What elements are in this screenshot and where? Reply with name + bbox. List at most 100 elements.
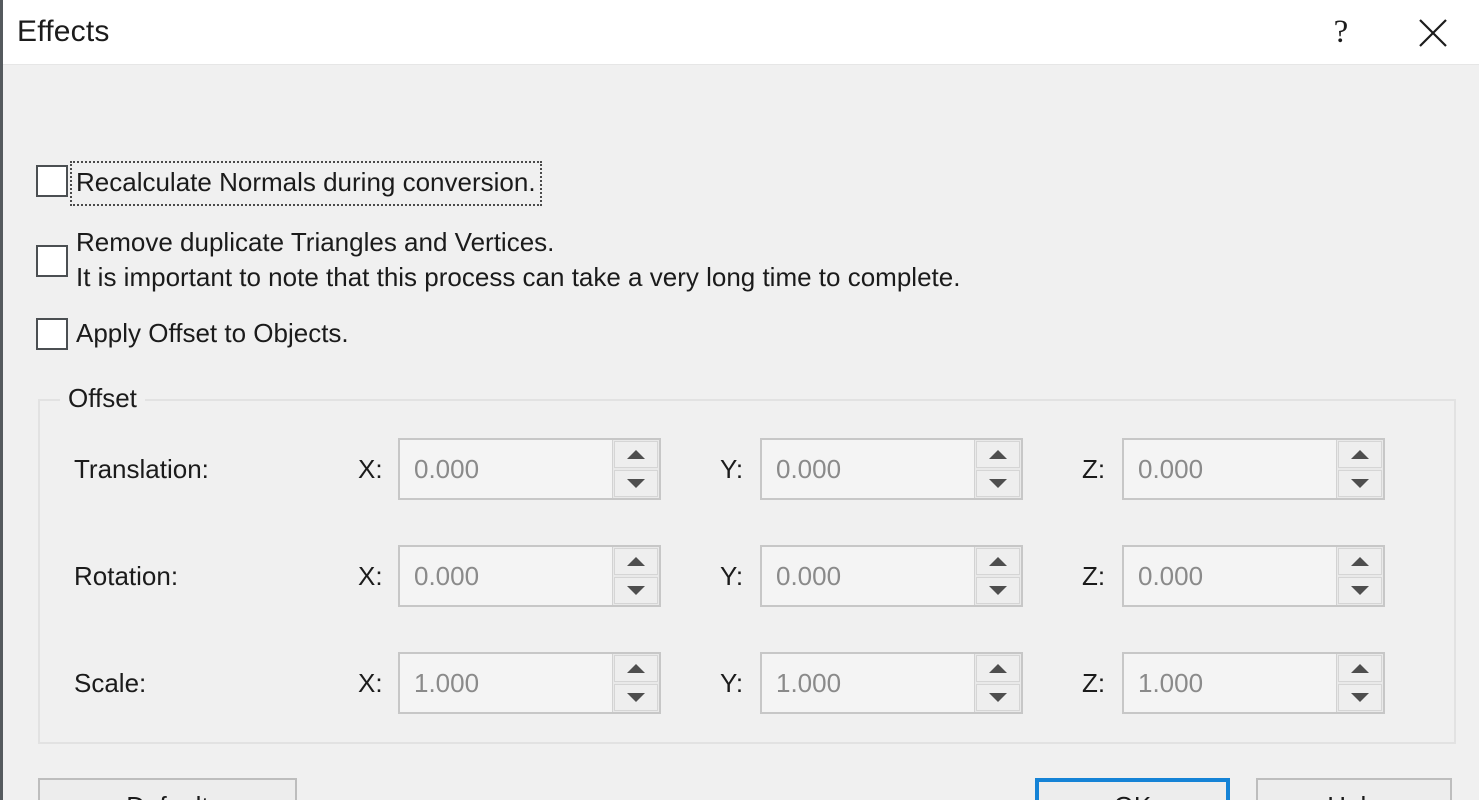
rotation-x-spinner[interactable]: 0.000	[398, 545, 661, 607]
title-bar: Effects ?	[3, 0, 1479, 65]
spinner-up-button[interactable]	[976, 441, 1020, 468]
scale-x-spinner[interactable]: 1.000	[398, 652, 661, 714]
rotation-x-value[interactable]: 0.000	[400, 547, 612, 605]
spinner-up-button[interactable]	[1338, 548, 1382, 575]
chevron-down-icon	[627, 693, 645, 702]
checkbox-recalculate-normals-labels: Recalculate Normals during conversion.	[70, 161, 542, 206]
offset-group-label: Offset	[60, 381, 145, 415]
rotation-z-spinner[interactable]: 0.000	[1122, 545, 1385, 607]
close-icon	[1415, 15, 1451, 51]
spinner-up-button[interactable]	[614, 548, 658, 575]
axis-label-y: Y:	[720, 560, 744, 591]
rotation-z-group: Z: 0.000	[1082, 545, 1385, 607]
rotation-x-group: X: 0.000	[358, 545, 661, 607]
spinner-up-button[interactable]	[1338, 655, 1382, 682]
spinner-up-button[interactable]	[976, 655, 1020, 682]
axis-label-y: Y:	[720, 453, 744, 484]
question-mark-icon: ?	[1333, 14, 1349, 50]
scale-z-group: Z: 1.000	[1082, 652, 1385, 714]
translation-y-value[interactable]: 0.000	[762, 440, 974, 498]
checkbox-apply-offset[interactable]	[36, 318, 68, 350]
help-button-bottom[interactable]: Help	[1256, 778, 1452, 800]
scale-y-group: Y: 1.000	[720, 652, 1023, 714]
rotation-z-value[interactable]: 0.000	[1124, 547, 1336, 605]
dialog-client-area: Recalculate Normals during conversion. R…	[3, 65, 1479, 800]
checkbox-recalculate-normals-label: Recalculate Normals during conversion.	[70, 161, 542, 206]
spinner-down-button[interactable]	[614, 577, 658, 604]
axis-label-y: Y:	[720, 667, 744, 698]
axis-label-z: Z:	[1082, 667, 1106, 698]
offset-row-scale: Scale: X: 1.000 Y: 1.000 Z: 1.000	[40, 651, 1454, 715]
spinner-up-button[interactable]	[614, 441, 658, 468]
chevron-down-icon	[1351, 479, 1369, 488]
rotation-y-spin-buttons	[974, 547, 1021, 605]
scale-x-value[interactable]: 1.000	[400, 654, 612, 712]
translation-z-spin-buttons	[1336, 440, 1383, 498]
translation-x-spinner[interactable]: 0.000	[398, 438, 661, 500]
spinner-down-button[interactable]	[976, 470, 1020, 497]
translation-z-value[interactable]: 0.000	[1124, 440, 1336, 498]
checkbox-row-apply-offset[interactable]: Apply Offset to Objects.	[36, 316, 349, 351]
checkbox-remove-duplicates[interactable]	[36, 245, 68, 277]
scale-x-group: X: 1.000	[358, 652, 661, 714]
checkbox-apply-offset-label: Apply Offset to Objects.	[76, 318, 349, 348]
checkbox-remove-duplicates-labels: Remove duplicate Triangles and Vertices.…	[76, 225, 960, 295]
translation-z-spinner[interactable]: 0.000	[1122, 438, 1385, 500]
effects-dialog-window: Effects ? Recalculate Normals during con…	[0, 0, 1479, 800]
scale-y-value[interactable]: 1.000	[762, 654, 974, 712]
checkbox-row-remove-duplicates[interactable]: Remove duplicate Triangles and Vertices.…	[36, 225, 960, 295]
rotation-y-spinner[interactable]: 0.000	[760, 545, 1023, 607]
default-button[interactable]: Default	[38, 778, 297, 800]
window-title: Effects	[17, 15, 110, 48]
chevron-down-icon	[1351, 693, 1369, 702]
ok-button[interactable]: OK	[1035, 778, 1230, 800]
chevron-down-icon	[627, 586, 645, 595]
help-button[interactable]: ?	[1295, 0, 1387, 65]
scale-z-value[interactable]: 1.000	[1124, 654, 1336, 712]
scale-y-spinner[interactable]: 1.000	[760, 652, 1023, 714]
chevron-up-icon	[627, 450, 645, 459]
close-button[interactable]	[1387, 0, 1479, 65]
chevron-down-icon	[1351, 586, 1369, 595]
spinner-down-button[interactable]	[1338, 684, 1382, 711]
spinner-up-button[interactable]	[976, 548, 1020, 575]
spinner-down-button[interactable]	[614, 470, 658, 497]
spinner-down-button[interactable]	[976, 577, 1020, 604]
translation-y-group: Y: 0.000	[720, 438, 1023, 500]
chevron-down-icon	[627, 479, 645, 488]
spinner-up-button[interactable]	[1338, 441, 1382, 468]
scale-z-spin-buttons	[1336, 654, 1383, 712]
scale-z-spinner[interactable]: 1.000	[1122, 652, 1385, 714]
translation-y-spinner[interactable]: 0.000	[760, 438, 1023, 500]
spinner-down-button[interactable]	[1338, 577, 1382, 604]
chevron-down-icon	[989, 693, 1007, 702]
axis-label-x: X:	[358, 667, 383, 698]
spinner-down-button[interactable]	[614, 684, 658, 711]
scale-label: Scale:	[74, 667, 147, 698]
offset-group-box: Offset Translation: X: 0.000 Y: 0.000 Z:…	[38, 381, 1456, 744]
rotation-y-group: Y: 0.000	[720, 545, 1023, 607]
chevron-up-icon	[627, 664, 645, 673]
translation-y-spin-buttons	[974, 440, 1021, 498]
chevron-up-icon	[1351, 557, 1369, 566]
scale-x-spin-buttons	[612, 654, 659, 712]
checkbox-recalculate-normals[interactable]	[36, 165, 68, 197]
chevron-up-icon	[627, 557, 645, 566]
axis-label-x: X:	[358, 453, 383, 484]
spinner-down-button[interactable]	[1338, 470, 1382, 497]
chevron-up-icon	[1351, 664, 1369, 673]
spinner-up-button[interactable]	[614, 655, 658, 682]
chevron-up-icon	[989, 664, 1007, 673]
rotation-x-spin-buttons	[612, 547, 659, 605]
rotation-y-value[interactable]: 0.000	[762, 547, 974, 605]
checkbox-apply-offset-labels: Apply Offset to Objects.	[76, 316, 349, 351]
chevron-up-icon	[989, 450, 1007, 459]
translation-label: Translation:	[74, 453, 209, 484]
checkbox-row-recalculate-normals[interactable]: Recalculate Normals during conversion.	[36, 161, 542, 206]
rotation-z-spin-buttons	[1336, 547, 1383, 605]
title-bar-controls: ?	[1295, 0, 1479, 65]
translation-x-group: X: 0.000	[358, 438, 661, 500]
chevron-down-icon	[989, 586, 1007, 595]
translation-x-value[interactable]: 0.000	[400, 440, 612, 498]
spinner-down-button[interactable]	[976, 684, 1020, 711]
